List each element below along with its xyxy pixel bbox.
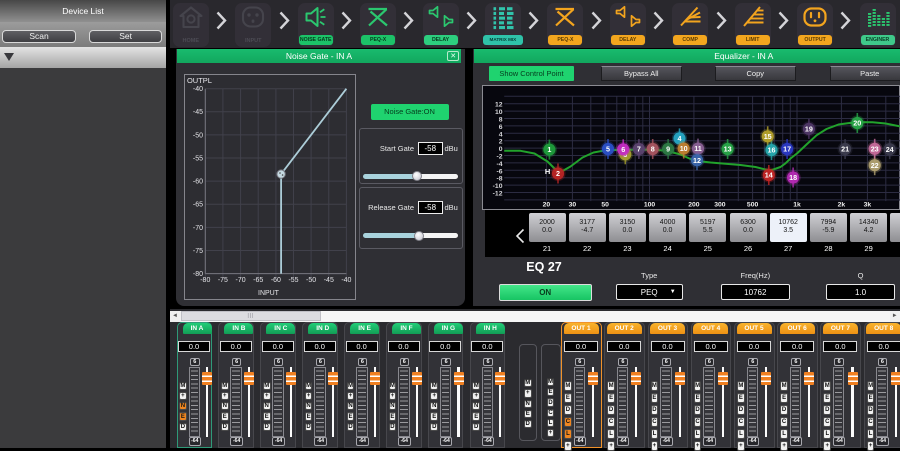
svg-text:-70: -70: [193, 224, 203, 231]
svg-text:INPUT: INPUT: [258, 290, 280, 297]
svg-text:19: 19: [804, 124, 812, 133]
svg-text:-80: -80: [201, 277, 211, 284]
svg-text:18: 18: [789, 173, 797, 182]
svg-text:500: 500: [746, 201, 758, 208]
svg-text:-65: -65: [193, 201, 203, 208]
svg-text:-10: -10: [492, 183, 502, 190]
svg-text:2: 2: [498, 138, 502, 145]
svg-text:6: 6: [498, 123, 502, 130]
svg-text:20: 20: [542, 201, 550, 208]
svg-text:-12: -12: [492, 190, 502, 197]
svg-text:-50: -50: [193, 132, 203, 139]
svg-text:-60: -60: [271, 277, 281, 284]
svg-text:200: 200: [688, 201, 700, 208]
svg-text:6: 6: [621, 144, 625, 153]
svg-text:-55: -55: [193, 155, 203, 162]
svg-text:-6: -6: [496, 168, 502, 175]
svg-text:-75: -75: [218, 277, 228, 284]
svg-text:1: 1: [547, 145, 551, 154]
svg-text:-75: -75: [193, 248, 203, 255]
svg-text:-4: -4: [496, 160, 502, 167]
svg-text:13: 13: [723, 144, 731, 153]
svg-text:1k: 1k: [793, 201, 801, 208]
svg-text:-40: -40: [342, 277, 352, 284]
svg-text:8: 8: [650, 144, 654, 153]
svg-text:50: 50: [601, 201, 609, 208]
svg-text:-45: -45: [324, 277, 334, 284]
svg-text:14: 14: [764, 170, 772, 179]
svg-text:15: 15: [763, 131, 771, 140]
svg-text:2: 2: [556, 169, 560, 178]
svg-text:12: 12: [693, 155, 701, 164]
svg-text:8: 8: [498, 116, 502, 123]
svg-text:16: 16: [767, 145, 775, 154]
svg-text:100: 100: [643, 201, 655, 208]
svg-text:21: 21: [841, 144, 849, 153]
svg-text:2k: 2k: [837, 201, 845, 208]
svg-text:-45: -45: [193, 109, 203, 116]
svg-text:-65: -65: [254, 277, 264, 284]
svg-text:12: 12: [494, 101, 502, 108]
svg-text:23: 23: [870, 144, 878, 153]
svg-text:22: 22: [870, 160, 878, 169]
svg-text:0: 0: [498, 146, 502, 153]
svg-text:10: 10: [494, 109, 502, 116]
svg-text:-60: -60: [193, 178, 203, 185]
svg-text:300: 300: [714, 201, 726, 208]
svg-text:-8: -8: [496, 175, 502, 182]
svg-text:3k: 3k: [863, 201, 871, 208]
svg-text:5: 5: [606, 144, 610, 153]
svg-text:-70: -70: [236, 277, 246, 284]
svg-text:20: 20: [853, 118, 861, 127]
svg-text:H: H: [544, 166, 549, 175]
svg-text:OUTPL: OUTPL: [187, 76, 212, 85]
svg-text:30: 30: [568, 201, 576, 208]
svg-text:24: 24: [885, 144, 893, 153]
svg-text:-40: -40: [193, 86, 203, 93]
svg-text:-55: -55: [289, 277, 299, 284]
svg-text:-2: -2: [496, 153, 502, 160]
svg-text:-50: -50: [306, 277, 316, 284]
svg-text:7: 7: [636, 144, 640, 153]
svg-text:10: 10: [679, 144, 687, 153]
svg-text:9: 9: [666, 144, 670, 153]
svg-text:4: 4: [498, 131, 502, 138]
svg-text:17: 17: [783, 144, 791, 153]
svg-text:11: 11: [694, 144, 702, 153]
